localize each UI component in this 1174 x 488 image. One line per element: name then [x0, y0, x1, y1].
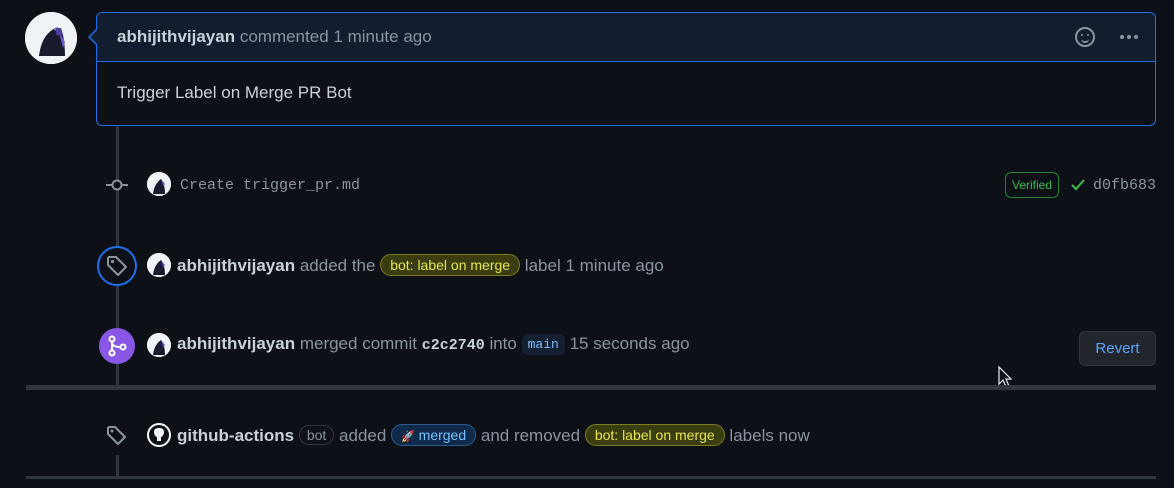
- label-event-text: abhijithvijayan added the bot: label on …: [177, 254, 664, 276]
- commit-icon: [106, 179, 128, 191]
- event-time[interactable]: 1 minute ago: [565, 256, 663, 275]
- event-text: into: [489, 334, 517, 353]
- revert-button[interactable]: Revert: [1079, 331, 1156, 366]
- comment-header: abhijithvijayan commented 1 minute ago: [97, 13, 1155, 62]
- kebab-menu-icon[interactable]: [1127, 35, 1131, 39]
- event-text: and removed: [480, 426, 581, 445]
- bot-event-text: github-actions bot added 🚀 merged and re…: [177, 424, 810, 446]
- event-text: merged commit: [299, 334, 417, 353]
- label-badge[interactable]: bot: label on merge: [380, 254, 521, 276]
- avatar[interactable]: [147, 253, 171, 277]
- label-badge[interactable]: 🚀 merged: [391, 424, 477, 446]
- commit-sha-link[interactable]: d0fb683: [1093, 177, 1156, 194]
- verified-badge[interactable]: Verified: [1005, 172, 1060, 198]
- rocket-icon: 🚀: [401, 431, 415, 443]
- comment-body: Trigger Label on Merge PR Bot: [117, 83, 352, 102]
- avatar[interactable]: [25, 12, 77, 64]
- timeline-divider: [26, 385, 1156, 390]
- comment-action: commented: [239, 27, 329, 46]
- comment-arrow-inner: [90, 30, 97, 44]
- avatar[interactable]: [147, 333, 171, 357]
- timeline-divider: [26, 476, 1156, 479]
- github-actions-avatar[interactable]: [147, 423, 171, 447]
- event-text: added: [339, 426, 387, 445]
- event-text: labels: [729, 426, 774, 445]
- event-author[interactable]: abhijithvijayan: [177, 334, 295, 353]
- merge-event-badge: [99, 328, 135, 364]
- branch-badge[interactable]: main: [521, 334, 565, 355]
- merge-event-text: abhijithvijayan merged commit c2c2740 in…: [177, 334, 690, 355]
- merge-icon: [108, 335, 127, 357]
- event-text: label: [524, 256, 561, 275]
- timeline-line: [116, 455, 119, 478]
- comment-box: abhijithvijayan commented 1 minute ago T…: [96, 12, 1156, 126]
- event-time[interactable]: 15 seconds ago: [570, 334, 690, 353]
- label-text: merged: [418, 427, 467, 443]
- comment-time[interactable]: 1 minute ago: [333, 27, 431, 46]
- commit-message-link[interactable]: Create trigger_pr.md: [180, 177, 360, 194]
- event-text: added the: [299, 256, 376, 275]
- bot-badge: bot: [298, 425, 335, 445]
- tag-event-badge: [97, 246, 137, 286]
- comment-author[interactable]: abhijithvijayan: [117, 27, 235, 46]
- check-icon: [1071, 179, 1085, 191]
- event-author[interactable]: github-actions: [177, 426, 294, 445]
- merge-commit-link[interactable]: c2c2740: [422, 337, 485, 354]
- tag-icon: [107, 256, 127, 276]
- smile-icon[interactable]: [1075, 27, 1095, 47]
- label-badge[interactable]: bot: label on merge: [584, 424, 725, 446]
- event-time[interactable]: now: [779, 426, 810, 445]
- avatar[interactable]: [147, 172, 171, 196]
- comment-header-text: abhijithvijayan commented 1 minute ago: [117, 27, 432, 47]
- event-author[interactable]: abhijithvijayan: [177, 256, 295, 275]
- tag-icon: [105, 424, 129, 448]
